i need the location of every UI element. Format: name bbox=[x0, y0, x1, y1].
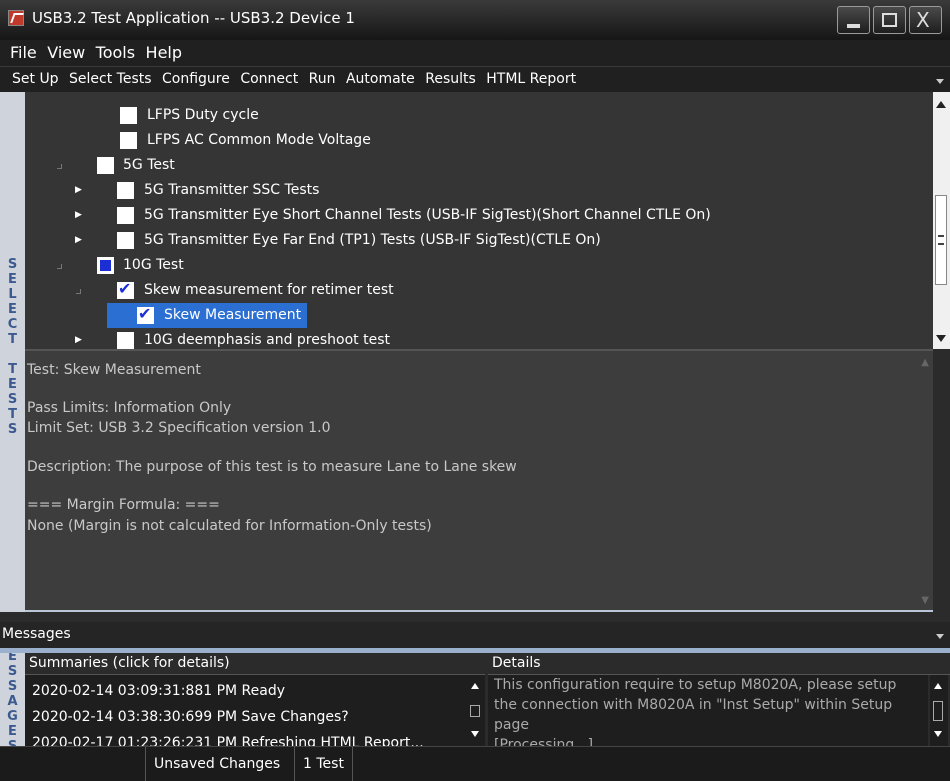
window-title: USB3.2 Test Application -- USB3.2 Device… bbox=[32, 9, 355, 27]
tree-item-label: LFPS Duty cycle bbox=[147, 107, 259, 123]
tab-html-report[interactable]: HTML Report bbox=[486, 67, 576, 91]
message-details: This configuration require to setup M802… bbox=[488, 675, 928, 746]
details-line: === Margin Formula: === bbox=[27, 497, 220, 513]
tree-item-label: 5G Test bbox=[123, 157, 175, 173]
tree-item-label: 10G Test bbox=[123, 257, 184, 273]
expand-icon[interactable]: ▶ bbox=[75, 178, 82, 203]
menu-bar: File View Tools Help bbox=[0, 40, 950, 66]
minimize-button[interactable] bbox=[837, 6, 870, 34]
scroll-up-icon[interactable] bbox=[936, 101, 946, 108]
close-icon: X bbox=[916, 8, 930, 32]
tree-item-label: 5G Transmitter Eye Short Channel Tests (… bbox=[144, 207, 711, 223]
list-item[interactable]: 2020-02-14 03:09:31:881 PM Ready bbox=[32, 683, 285, 699]
details-text: the connection with M8020A in "Inst Setu… bbox=[494, 697, 893, 713]
expand-icon[interactable]: ▶ bbox=[75, 328, 82, 349]
scroll-down-icon[interactable]: ▼ bbox=[921, 595, 929, 606]
tab-run[interactable]: Run bbox=[309, 67, 336, 91]
messages-menu-icon[interactable] bbox=[936, 634, 944, 639]
unsaved-changes-status: Unsaved Changes bbox=[145, 747, 288, 781]
tab-configure[interactable]: Configure bbox=[162, 67, 230, 91]
checkbox-partial[interactable] bbox=[97, 257, 114, 274]
maximize-button[interactable] bbox=[873, 6, 906, 34]
expand-icon[interactable]: ▶ bbox=[75, 228, 82, 253]
title-bar: USB3.2 Test Application -- USB3.2 Device… bbox=[0, 0, 950, 40]
tree-item-label: Skew Measurement bbox=[164, 307, 302, 323]
list-item[interactable]: 2020-02-17 01:23:26:231 PM Refreshing HT… bbox=[32, 735, 424, 746]
summaries-header-label: Summaries (click for details) bbox=[29, 655, 230, 671]
tree-item-label: 5G Transmitter SSC Tests bbox=[144, 182, 320, 198]
menu-tools[interactable]: Tools bbox=[96, 40, 135, 66]
summaries-scrollbar[interactable] bbox=[467, 675, 485, 746]
scroll-up-icon[interactable] bbox=[934, 683, 942, 689]
checkbox-checked[interactable] bbox=[137, 301, 154, 326]
scroll-up-icon[interactable]: ▲ bbox=[921, 357, 929, 368]
app-icon bbox=[8, 10, 24, 26]
tab-connect[interactable]: Connect bbox=[240, 67, 298, 91]
summaries-list: 2020-02-14 03:09:31:881 PM Ready 2020-02… bbox=[25, 675, 467, 746]
tree-scrollbar[interactable] bbox=[933, 92, 950, 349]
tab-results[interactable]: Results bbox=[425, 67, 476, 91]
scroll-down-icon[interactable] bbox=[471, 731, 479, 737]
checkbox[interactable] bbox=[97, 157, 114, 174]
checkbox[interactable] bbox=[117, 207, 134, 224]
maximize-icon bbox=[882, 13, 897, 27]
checkbox[interactable] bbox=[120, 107, 137, 124]
test-tree: LFPS Duty cycle LFPS AC Common Mode Volt… bbox=[25, 92, 933, 349]
tab-bar: Set Up Select Tests Configure Connect Ru… bbox=[0, 66, 950, 92]
collapse-icon[interactable] bbox=[76, 289, 81, 294]
details-line: Limit Set: USB 3.2 Specification version… bbox=[27, 420, 331, 436]
collapse-icon[interactable] bbox=[57, 164, 62, 169]
expand-icon[interactable]: ▶ bbox=[75, 203, 82, 228]
details-header: Details bbox=[488, 653, 950, 675]
messages-header: Messages bbox=[0, 622, 950, 648]
messages-sidebar: ESSAGES bbox=[0, 653, 25, 746]
toolbar-overflow-icon[interactable] bbox=[936, 79, 944, 84]
test-count-status: 1 Test bbox=[294, 747, 353, 781]
menu-file[interactable]: File bbox=[10, 40, 37, 66]
menu-help[interactable]: Help bbox=[146, 40, 182, 66]
minimize-icon bbox=[847, 24, 860, 28]
scroll-down-icon[interactable] bbox=[934, 731, 942, 737]
messages-title: Messages bbox=[2, 626, 71, 642]
scroll-up-icon[interactable] bbox=[471, 683, 479, 689]
details-line: Description: The purpose of this test is… bbox=[27, 459, 517, 475]
details-line: None (Margin is not calculated for Infor… bbox=[27, 518, 432, 534]
tab-select-tests[interactable]: Select Tests bbox=[69, 67, 152, 91]
close-button[interactable]: X bbox=[909, 6, 942, 34]
details-text: page bbox=[494, 717, 529, 733]
list-item[interactable]: 2020-02-14 03:38:30:699 PM Save Changes? bbox=[32, 709, 349, 725]
scroll-thumb[interactable] bbox=[933, 701, 943, 721]
select-tests-vertical-label: SELECTTESTS bbox=[7, 257, 18, 437]
details-scrollbar[interactable] bbox=[930, 675, 948, 746]
checkbox[interactable] bbox=[120, 132, 137, 149]
test-description-pane: Test: Skew Measurement Pass Limits: Info… bbox=[25, 349, 933, 612]
scroll-down-icon[interactable] bbox=[936, 335, 946, 342]
tree-item-label: 10G deemphasis and preshoot test bbox=[144, 332, 390, 348]
checkbox-checked[interactable] bbox=[117, 276, 134, 301]
checkbox[interactable] bbox=[117, 182, 134, 199]
tree-item-label: 5G Transmitter Eye Far End (TP1) Tests (… bbox=[144, 232, 601, 248]
details-text: [Processing...] bbox=[494, 737, 594, 746]
tab-set-up[interactable]: Set Up bbox=[12, 67, 59, 91]
status-bar: Unsaved Changes 1 Test bbox=[0, 746, 950, 781]
scroll-thumb[interactable] bbox=[935, 195, 947, 285]
details-line: Test: Skew Measurement bbox=[27, 362, 201, 378]
details-text: This configuration require to setup M802… bbox=[494, 677, 897, 693]
menu-view[interactable]: View bbox=[47, 40, 85, 66]
checkbox[interactable] bbox=[117, 232, 134, 249]
summaries-header[interactable]: Summaries (click for details) bbox=[25, 653, 485, 675]
select-tests-sidebar: SELECTTESTS bbox=[0, 92, 25, 612]
messages-vertical-label: ESSAGES bbox=[7, 653, 18, 746]
tree-item-label: LFPS AC Common Mode Voltage bbox=[147, 132, 371, 148]
scroll-thumb[interactable] bbox=[470, 705, 480, 717]
details-line: Pass Limits: Information Only bbox=[27, 400, 232, 416]
details-header-label: Details bbox=[492, 655, 541, 671]
tree-item-label: Skew measurement for retimer test bbox=[144, 282, 394, 298]
collapse-icon[interactable] bbox=[57, 264, 62, 269]
tab-automate[interactable]: Automate bbox=[346, 67, 415, 91]
checkbox[interactable] bbox=[117, 332, 134, 349]
